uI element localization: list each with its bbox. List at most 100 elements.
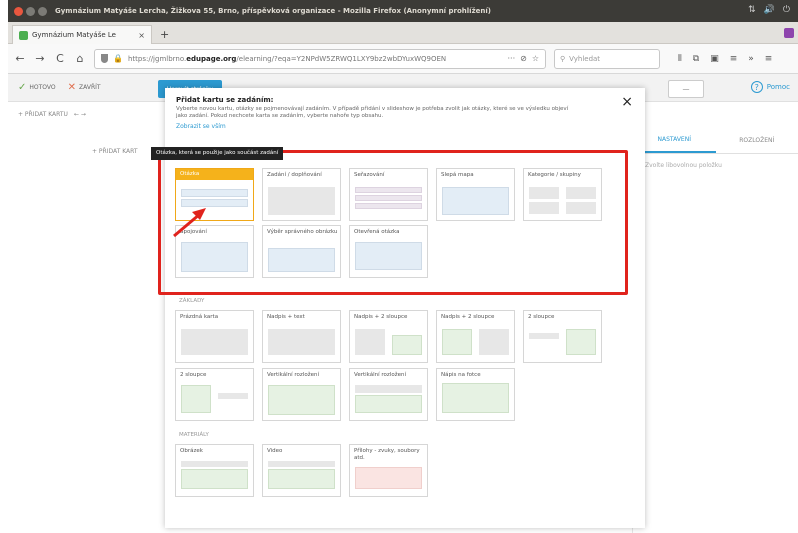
card-fill-in[interactable]: Zadání / doplňování [262, 168, 341, 221]
sidebar-icon[interactable]: ⧉ [693, 54, 699, 64]
section-basics: ZÁKLADY [179, 298, 205, 304]
card-sorting[interactable]: Seřazování [349, 168, 428, 221]
preview-block [479, 329, 509, 355]
card-image[interactable]: Obrázek [175, 444, 254, 497]
power-icon[interactable]: ⏻ [783, 5, 790, 15]
card-2cols-b[interactable]: 2 sloupce [175, 368, 254, 421]
annotation-arrow-icon [173, 208, 206, 238]
close-editor-button[interactable]: ✕ ZAVŘÍT [68, 82, 101, 93]
image-placeholder-icon [268, 385, 335, 415]
card-title-2cols-a[interactable]: Nadpis + 2 sloupce [349, 310, 428, 363]
bookmark-star-icon[interactable]: ☆ [532, 54, 539, 63]
browser-tab[interactable]: Gymnázium Matyáše Le × [12, 25, 152, 44]
page-actions-icon[interactable]: ··· [507, 54, 515, 63]
card-label: Výběr správného obrázku [267, 229, 338, 235]
window-close-button[interactable] [14, 6, 23, 16]
card-label: Seřazování [354, 172, 385, 178]
card-subbar: + PŘIDAT KARTU ← → [8, 102, 168, 126]
image-placeholder-icon [181, 469, 248, 489]
card-caption-photo[interactable]: Nápis na fotce [436, 368, 515, 421]
card-label: Vertikální rozložení [267, 372, 319, 378]
preview-block [181, 329, 248, 355]
card-title-text[interactable]: Nadpis + text [262, 310, 341, 363]
done-button[interactable]: ✓ HOTOVO [18, 82, 56, 93]
card-label: Kategorie / skupiny [528, 172, 581, 178]
card-title-2cols-b[interactable]: Nadpis + 2 sloupce [436, 310, 515, 363]
right-panel: NASTAVENÍ ROZLOŽENÍ Zvolte libovolnou po… [632, 128, 798, 533]
nav-arrows[interactable]: ← → [74, 111, 86, 118]
image-placeholder-icon [392, 335, 422, 355]
volume-icon[interactable]: 🔊 [764, 5, 775, 15]
card-vertical-a[interactable]: Vertikální rozložení [262, 368, 341, 421]
preview-block [355, 329, 385, 355]
image-placeholder-icon [181, 385, 211, 413]
card-label: Nadpis + 2 sloupce [441, 314, 495, 320]
window-maximize-button[interactable] [38, 6, 47, 16]
card-label: Otevřená otázka [354, 229, 400, 235]
forward-button[interactable]: → [34, 52, 46, 65]
right-panel-empty-text: Zvolte libovolnou položku [645, 162, 722, 169]
card-image-choice[interactable]: Výběr správného obrázku [262, 225, 341, 278]
reload-button[interactable]: C [54, 52, 66, 65]
browser-toolbar-icons: ⫴ ⧉ ▣ ≡ » ≡ [678, 54, 772, 64]
overflow-icon[interactable]: » [748, 54, 754, 64]
add-card-link[interactable]: + PŘIDAT KART [92, 148, 138, 155]
search-placeholder: Vyhledat [569, 54, 601, 63]
url-text[interactable]: https://jgmlbrno.edupage.org/elearning/?… [128, 55, 503, 63]
menu-icon[interactable]: ≡ [765, 54, 773, 64]
video-placeholder-icon [268, 469, 335, 489]
extension-icon[interactable]: ▣ [710, 54, 719, 64]
window-controls [14, 6, 47, 16]
preview-block [529, 187, 559, 199]
new-tab-button[interactable]: + [160, 28, 169, 41]
reader-icon[interactable]: ≡ [730, 54, 738, 64]
card-blind-map[interactable]: Slepá mapa [436, 168, 515, 221]
tab-close-icon[interactable]: × [138, 31, 145, 40]
card-open-question[interactable]: Otevřená otázka [349, 225, 428, 278]
help-button[interactable]: ? Pomoc [750, 81, 790, 93]
card-categories[interactable]: Kategorie / skupiny [523, 168, 602, 221]
preview-block [268, 329, 335, 355]
preview-block [442, 187, 509, 215]
preview-block [355, 242, 422, 270]
search-input[interactable]: ⚲ Vyhledat [554, 48, 660, 69]
tab-settings[interactable]: NASTAVENÍ [633, 128, 716, 153]
tab-strip: Gymnázium Matyáše Le × + [8, 22, 798, 44]
library-icon[interactable]: ⫴ [678, 54, 682, 64]
card-attachments[interactable]: Přílohy - zvuky, soubory atd. [349, 444, 428, 497]
modal-description: Vyberte novou kartu, otázky se pojmenová… [176, 106, 569, 119]
section-materials: MATERIÁLY [179, 432, 209, 438]
right-panel-tabs: NASTAVENÍ ROZLOŽENÍ [633, 128, 798, 154]
address-bar[interactable]: 🔒 https://jgmlbrno.edupage.org/elearning… [94, 48, 546, 69]
preview-block [566, 187, 596, 199]
modal-title: Přidat kartu se zadáním: [176, 96, 274, 104]
preview-block [218, 393, 248, 399]
window-minimize-button[interactable] [26, 6, 35, 16]
lock-icon[interactable]: 🔒 [113, 54, 123, 63]
tracking-shield-icon[interactable] [101, 54, 108, 63]
tab-layout[interactable]: ROZLOŽENÍ [716, 128, 798, 153]
card-2cols-a[interactable]: 2 sloupce [523, 310, 602, 363]
card-video[interactable]: Video [262, 444, 341, 497]
card-tooltip: Otázka, která se použije jako součást za… [151, 147, 284, 160]
preview-block [181, 242, 248, 272]
preview-block [355, 203, 422, 209]
card-vertical-b[interactable]: Vertikální rozložení [349, 368, 428, 421]
mode-select[interactable]: — [668, 80, 704, 98]
window-title: Gymnázium Matyáše Lercha, Žižkova 55, Br… [55, 7, 491, 15]
preview-block [268, 461, 335, 467]
pocket-icon[interactable]: ⊘ [520, 54, 527, 63]
card-label: Nadpis + 2 sloupce [354, 314, 408, 320]
preview-block [355, 385, 422, 393]
preview-block [181, 189, 248, 197]
modal-close-icon[interactable]: × [621, 94, 633, 110]
card-empty[interactable]: Prázdná karta [175, 310, 254, 363]
show-all-link[interactable]: Zobrazit se vším [176, 123, 226, 130]
card-label: Prázdná karta [180, 314, 219, 320]
add-card-button[interactable]: + PŘIDAT KARTU [18, 111, 68, 118]
home-button[interactable]: ⌂ [74, 52, 86, 65]
search-icon: ⚲ [560, 54, 566, 63]
back-button[interactable]: ← [14, 52, 26, 65]
network-icon[interactable]: ⇅ [748, 5, 756, 15]
card-label: Nápis na fotce [441, 372, 481, 378]
